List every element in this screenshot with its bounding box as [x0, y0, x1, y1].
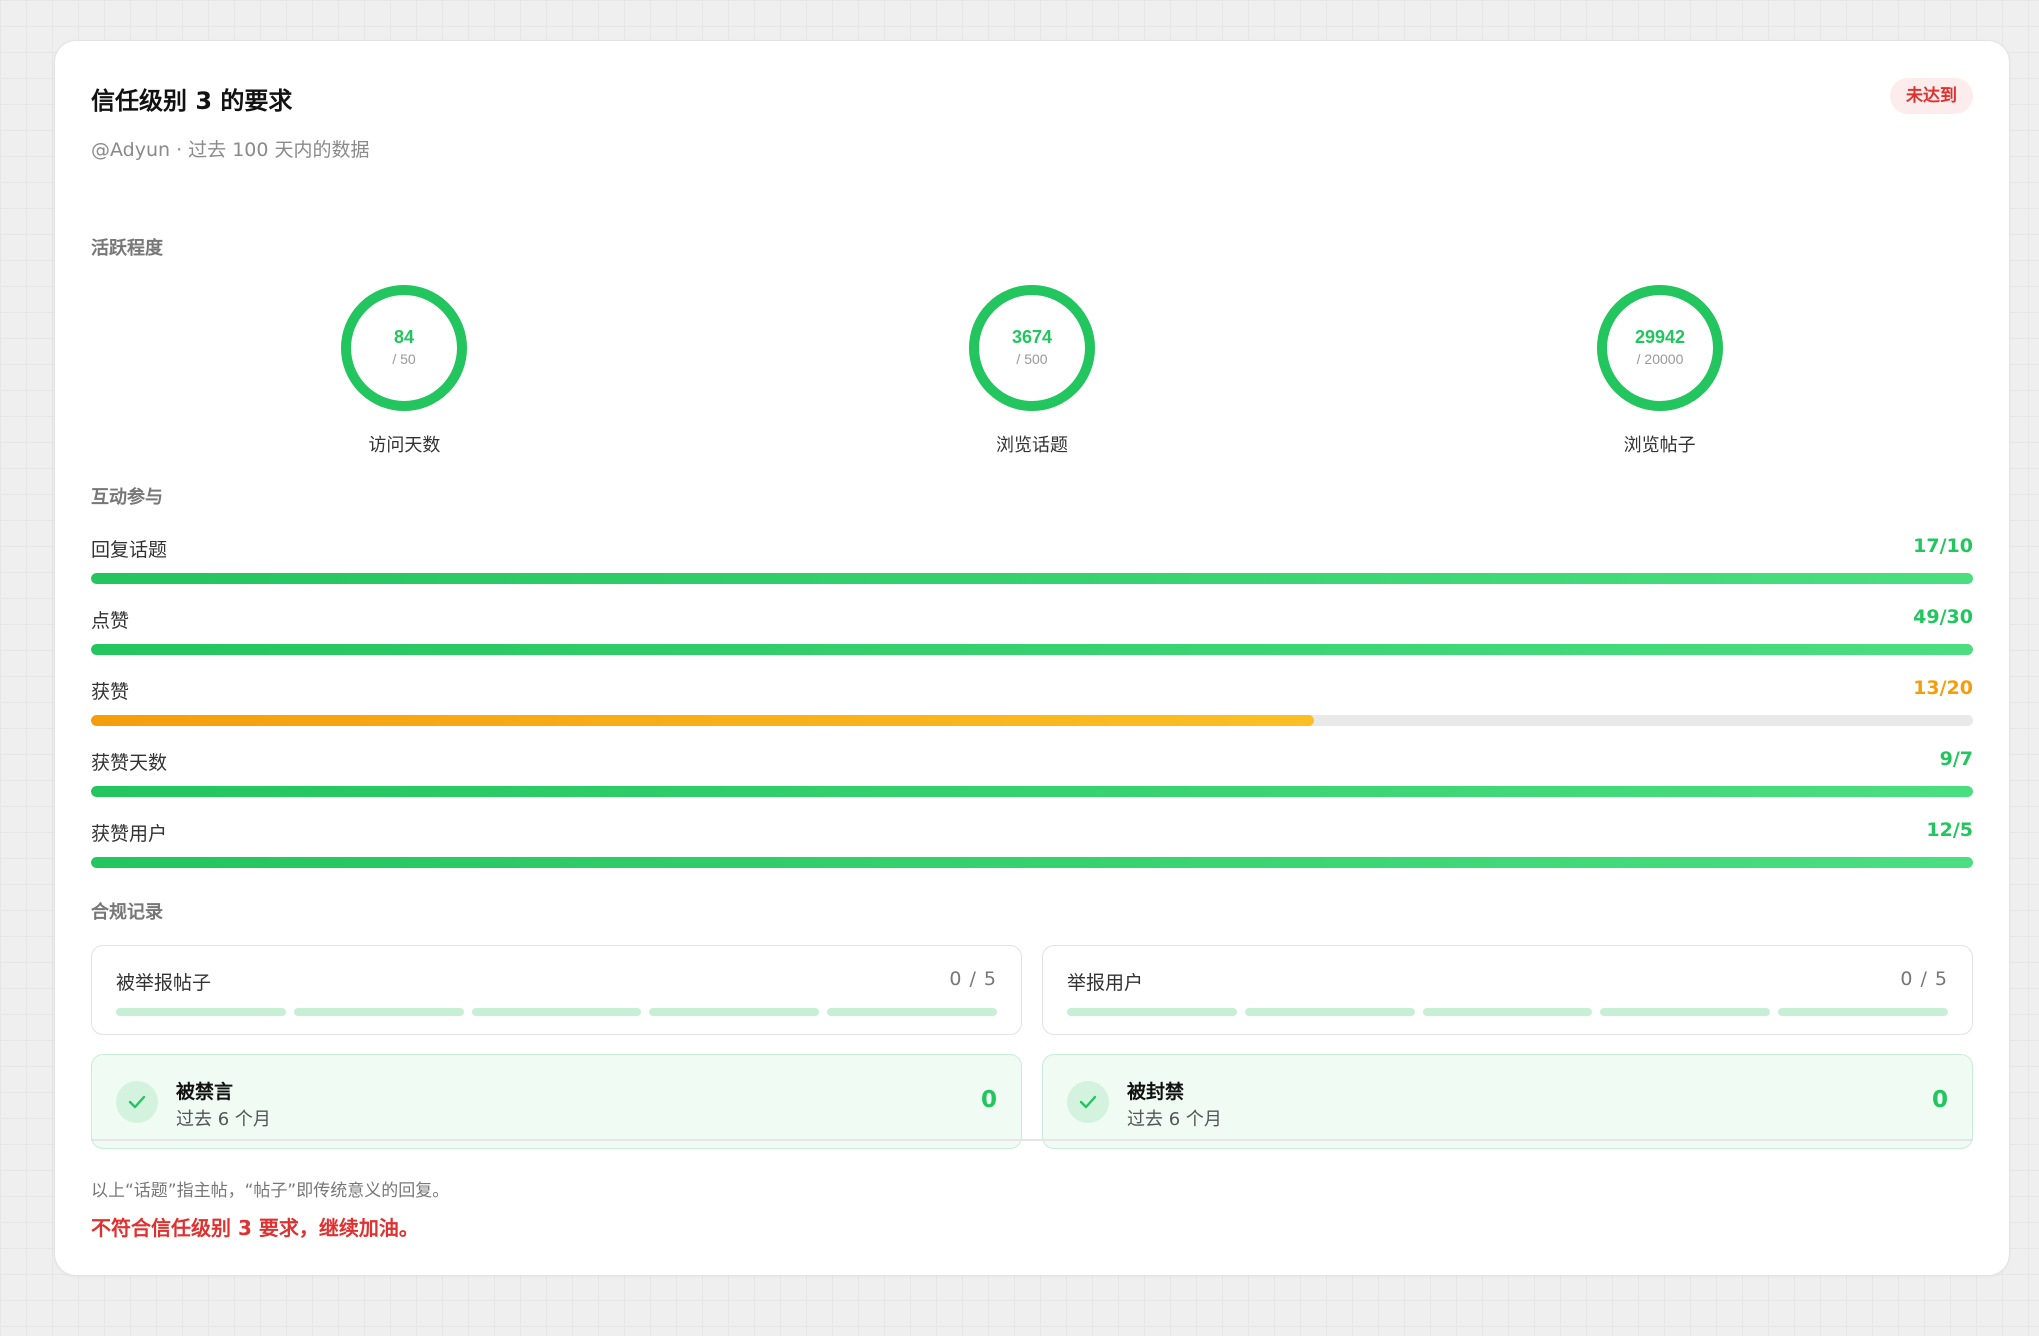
comp-label: 举报用户 — [1067, 972, 1144, 994]
segment — [293, 1008, 464, 1016]
bar-value: 12/5 — [1926, 819, 1973, 841]
page-title: 信任级别 3 的要求 — [91, 87, 293, 115]
ring-value: 84 — [394, 327, 414, 347]
bar-label: 获赞 — [91, 681, 130, 703]
bar-value: 13/20 — [1913, 677, 1973, 699]
progress-track — [91, 573, 1973, 584]
ring-label: 浏览话题 — [996, 435, 1068, 456]
ring-chart: 29942 / 20000 — [1596, 285, 1723, 411]
bar-label: 获赞天数 — [91, 752, 168, 774]
bar-row-liked-days: 获赞天数 9/7 — [91, 748, 1973, 808]
silenced-status-box: 被禁言 过去 6 个月 0 — [91, 1054, 1022, 1149]
section-label-engagement: 互动参与 — [91, 487, 163, 508]
segment — [471, 1008, 642, 1016]
segment — [1600, 1008, 1771, 1016]
bar-label: 获赞用户 — [91, 823, 168, 845]
bar-row-likes-given: 点赞 49/30 — [91, 606, 1973, 666]
ring-visit-days: 84 / 50 访问天数 — [304, 283, 504, 457]
progress-track — [91, 857, 1973, 868]
comp-value: 0 / 5 — [949, 968, 997, 990]
segment — [1244, 1008, 1415, 1016]
segment — [1778, 1008, 1948, 1016]
check-icon — [1067, 1081, 1109, 1123]
progress-fill — [91, 644, 1973, 655]
bar-row-reply-topics: 回复话题 17/10 — [91, 535, 1973, 595]
subtitle: @Adyun · 过去 100 天内的数据 — [91, 139, 370, 161]
flagged-posts-box: 被举报帖子 0 / 5 — [91, 945, 1022, 1035]
progress-track — [91, 644, 1973, 655]
segment — [649, 1008, 820, 1016]
segment-bar — [1067, 1008, 1948, 1016]
ring-target: / 500 — [1016, 351, 1047, 367]
progress-fill — [91, 573, 1973, 584]
status-title: 被封禁 — [1127, 1081, 1185, 1103]
activity-rings: 84 / 50 访问天数 3674 / 500 浏览话题 29942 / 200… — [91, 241, 1973, 456]
bar-row-liked-users: 获赞用户 12/5 — [91, 819, 1973, 879]
progress-fill — [91, 857, 1973, 868]
ring-target: / 20000 — [1636, 351, 1683, 367]
status-badge: 未达到 — [1890, 78, 1973, 114]
bar-label: 点赞 — [91, 610, 130, 632]
ring-label: 访问天数 — [368, 435, 441, 456]
ring-chart: 84 / 50 — [341, 285, 468, 411]
bar-value: 17/10 — [1913, 535, 1973, 557]
divider — [91, 1139, 1973, 1141]
ring-target: / 50 — [393, 351, 417, 367]
result-message: 不符合信任级别 3 要求，继续加油。 — [91, 1216, 419, 1240]
progress-fill — [91, 786, 1973, 797]
segment — [1422, 1008, 1593, 1016]
reported-users-box: 举报用户 0 / 5 — [1042, 945, 1973, 1035]
progress-fill — [91, 715, 1315, 726]
ring-label: 浏览帖子 — [1623, 435, 1696, 456]
comp-label: 被举报帖子 — [116, 972, 212, 994]
card-content: 信任级别 3 的要求 未达到 @Adyun · 过去 100 天内的数据 活跃程… — [91, 41, 1973, 1275]
progress-track — [91, 786, 1973, 797]
ring-viewed-posts: 29942 / 20000 浏览帖子 — [1560, 283, 1760, 457]
ring-viewed-topics: 3674 / 500 浏览话题 — [932, 283, 1132, 457]
comp-value: 0 / 5 — [1900, 968, 1948, 990]
status-count: 0 — [1931, 1087, 1948, 1113]
bar-label: 回复话题 — [91, 539, 168, 561]
segment — [116, 1008, 286, 1016]
ring-value: 3674 — [1012, 327, 1052, 347]
segment-bar — [116, 1008, 997, 1016]
suspended-status-box: 被封禁 过去 6 个月 0 — [1042, 1054, 1973, 1149]
footnote: 以上“话题”指主帖，“帖子”即传统意义的回复。 — [91, 1181, 450, 1201]
check-icon — [116, 1081, 158, 1123]
segment — [1067, 1008, 1237, 1016]
progress-track — [91, 715, 1973, 726]
status-title: 被禁言 — [176, 1081, 234, 1103]
bar-row-likes-received: 获赞 13/20 — [91, 677, 1973, 737]
status-count: 0 — [980, 1087, 997, 1113]
ring-chart: 3674 / 500 — [969, 285, 1095, 411]
section-label-compliance: 合规记录 — [91, 902, 163, 923]
status-subtitle: 过去 6 个月 — [1127, 1109, 1222, 1130]
status-subtitle: 过去 6 个月 — [176, 1109, 271, 1130]
bar-value: 9/7 — [1939, 748, 1973, 770]
trust-level-card: 信任级别 3 的要求 未达到 @Adyun · 过去 100 天内的数据 活跃程… — [54, 40, 2010, 1276]
ring-value: 29942 — [1635, 327, 1685, 347]
segment — [827, 1008, 997, 1016]
bar-value: 49/30 — [1913, 606, 1973, 628]
